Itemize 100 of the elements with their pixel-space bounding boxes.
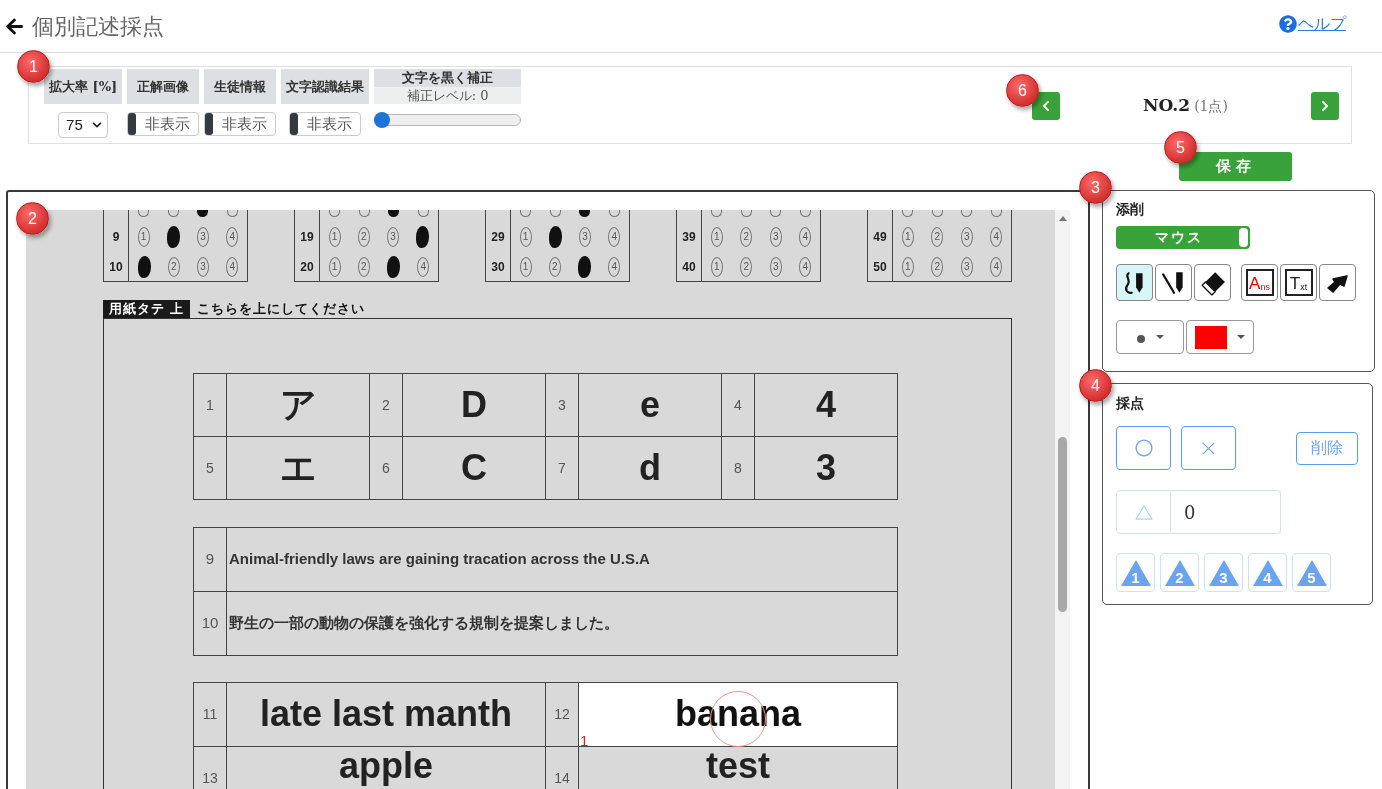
visibility-toggle[interactable]: 非表示 xyxy=(289,112,362,136)
orientation-note: こちらを上にしてください xyxy=(196,300,365,319)
answer-text: test xyxy=(706,747,770,784)
tool-button[interactable] xyxy=(1319,264,1356,301)
answer-cell: 野生の一部の動物の保護を強化する規制を提案しました。 xyxy=(226,591,898,656)
column-header: 生徒情報 xyxy=(204,69,277,104)
answer-text: apple xyxy=(339,747,433,784)
answer-cell: D xyxy=(402,373,546,437)
callout-badge: 3 xyxy=(1079,171,1112,204)
tool-button[interactable] xyxy=(1194,264,1231,301)
tool-button[interactable]: Ans xyxy=(1241,264,1278,301)
slider-thumb[interactable] xyxy=(374,112,391,128)
row-number: 39 xyxy=(682,229,696,246)
callout-badge: 5 xyxy=(1164,131,1197,164)
answer-cell: 4 xyxy=(754,373,898,437)
number-cell: 7 xyxy=(545,436,579,500)
tool-button[interactable] xyxy=(1116,264,1153,301)
number-cell: 13 xyxy=(193,746,227,789)
answer-cell: ア xyxy=(226,373,370,437)
number-cell: 2 xyxy=(369,373,403,437)
row-number: 10 xyxy=(109,258,123,276)
tool-button[interactable]: Txt xyxy=(1280,264,1317,301)
delete-button[interactable]: 削除 xyxy=(1296,431,1358,465)
partial-score-button[interactable]: 1 xyxy=(1116,553,1155,592)
number-cell: 4 xyxy=(721,373,755,437)
partial-score-input[interactable]: 0 xyxy=(1171,490,1281,534)
triangle-icon xyxy=(1121,560,1151,586)
number-cell: 12 xyxy=(545,682,579,747)
circle-icon xyxy=(1134,439,1153,457)
scrollbar-thumb[interactable] xyxy=(1058,437,1067,612)
number-cell: 6 xyxy=(369,436,403,500)
row-number: 19 xyxy=(300,229,314,246)
number-cell: 11 xyxy=(193,682,227,747)
mode-switch[interactable]: マウス xyxy=(1116,226,1250,249)
help-link[interactable]: ヘルプ xyxy=(1279,12,1346,36)
answer-cell: エ xyxy=(226,436,370,500)
back-arrow-icon[interactable] xyxy=(5,16,24,36)
triangle-icon xyxy=(1209,560,1239,586)
column-header: 拡大率 [%] xyxy=(44,69,123,104)
answer-cell: Animal-friendly laws are gaining tracation across the U.S.A xyxy=(226,527,898,592)
number-cell: 5 xyxy=(193,436,227,500)
number-cell: 8 xyxy=(721,436,755,500)
answer-text: banana xyxy=(674,696,801,732)
chevron-right-icon xyxy=(1319,100,1331,112)
previous-button[interactable] xyxy=(1032,92,1060,120)
triangle-icon xyxy=(1297,560,1327,586)
column-header: 文字を黒く補正 xyxy=(374,69,522,87)
panel-title: 添削 xyxy=(1116,200,1145,219)
help-icon xyxy=(1279,15,1297,33)
callout-badge: 6 xyxy=(1006,74,1039,107)
number-cell: 10 xyxy=(193,591,227,656)
chevron-down-icon xyxy=(92,120,103,130)
answer-cell: d xyxy=(578,436,722,500)
answer-cell: C xyxy=(402,436,546,500)
answer-cell: 3 xyxy=(754,436,898,500)
tool-button[interactable] xyxy=(1155,264,1192,301)
row-number: 40 xyxy=(682,258,696,276)
eraser-icon xyxy=(1199,269,1226,296)
slider[interactable] xyxy=(374,112,522,128)
orientation-tag: 用紙タテ 上 xyxy=(103,300,190,318)
pen-color-dropdown[interactable] xyxy=(1186,320,1254,354)
question-number: NO.2 xyxy=(1143,94,1191,118)
partial-score-button[interactable]: 4 xyxy=(1248,553,1287,592)
partial-score-button[interactable]: 5 xyxy=(1292,553,1331,592)
row-number: 30 xyxy=(491,258,505,276)
column-header: 正解画像 xyxy=(127,69,200,104)
row-number: 20 xyxy=(300,258,314,276)
save-button[interactable]: 保存 xyxy=(1179,152,1292,181)
caret-down-icon xyxy=(1155,335,1164,339)
points-label: (1点) xyxy=(1194,97,1228,117)
score-mark: 1 xyxy=(580,733,589,748)
panel-title: 採点 xyxy=(1116,394,1145,413)
answer-text: late last manth xyxy=(259,696,513,732)
triangle-icon xyxy=(1134,504,1153,520)
row-number: 50 xyxy=(873,258,887,276)
number-cell: 1 xyxy=(193,373,227,437)
visibility-toggle[interactable]: 非表示 xyxy=(204,112,277,136)
chevron-left-icon xyxy=(1040,100,1052,112)
pen-size-dropdown[interactable] xyxy=(1116,320,1184,354)
column-header: 文字認識結果 xyxy=(281,69,370,104)
triangle-icon xyxy=(1165,560,1195,586)
next-button[interactable] xyxy=(1311,92,1339,120)
caret-down-icon xyxy=(1237,335,1245,339)
row-number: 49 xyxy=(873,229,887,246)
partial-score-button[interactable]: 3 xyxy=(1204,553,1243,592)
level-reading: 補正レベル: 0 xyxy=(374,87,522,104)
visibility-toggle[interactable]: 非表示 xyxy=(127,112,200,136)
callout-badge: 1 xyxy=(17,50,50,83)
answer-cell: e xyxy=(578,373,722,437)
cross-icon xyxy=(1202,441,1215,455)
triangle-icon xyxy=(1253,560,1283,586)
number-cell: 3 xyxy=(545,373,579,437)
zoom-select[interactable]: 75 xyxy=(58,112,109,138)
partial-score-button[interactable]: 2 xyxy=(1160,553,1199,592)
row-number: 9 xyxy=(112,229,120,246)
row-number: 29 xyxy=(491,229,505,246)
incorrect-button[interactable] xyxy=(1181,426,1236,470)
scroll-up-icon[interactable] xyxy=(1058,216,1067,221)
number-cell: 9 xyxy=(193,527,227,592)
correct-button[interactable] xyxy=(1116,426,1171,470)
